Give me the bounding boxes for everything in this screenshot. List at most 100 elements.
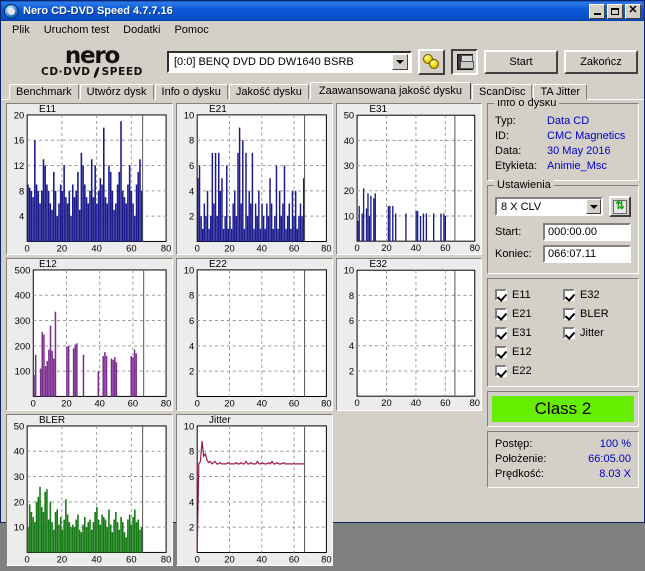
- chart-e31[interactable]: E31 10 20 30 40 50 0 20 40 60 80: [336, 103, 482, 256]
- svg-text:0: 0: [195, 398, 200, 409]
- svg-text:40: 40: [411, 243, 421, 253]
- start-button[interactable]: Start: [484, 50, 558, 74]
- minimize-button[interactable]: [589, 3, 605, 19]
- error-types-col-left: E11 E21 E31 E12 E22: [495, 285, 563, 380]
- speed-select[interactable]: 8 X CLV: [495, 197, 603, 216]
- maximize-button[interactable]: [607, 3, 623, 19]
- settings-legend: Ustawienia: [494, 179, 554, 191]
- disc-info-key-label: Etykieta:: [495, 160, 538, 172]
- tab-jakosc-dysku[interactable]: Jakość dysku: [228, 84, 309, 100]
- svg-text:80: 80: [161, 554, 171, 564]
- menu-item-pomoc[interactable]: Pomoc: [167, 22, 215, 38]
- settings-speed-row: 8 X CLV ⇅: [495, 196, 631, 217]
- start-field-input[interactable]: 000:00.00: [543, 223, 631, 241]
- chart-e12[interactable]: E12 100 200 300 400 500 0 20 40 60 80: [6, 258, 174, 411]
- chart-plot-e22: 2 4 6 8 10 0 20 40 60 80: [177, 259, 333, 410]
- svg-text:6: 6: [189, 471, 194, 482]
- tab-benchmark[interactable]: Benchmark: [9, 84, 79, 100]
- checkbox-e12[interactable]: [495, 345, 507, 358]
- checkbox-e31[interactable]: [495, 326, 507, 339]
- chart-title-e22: E22: [209, 259, 227, 271]
- checkbox-bler[interactable]: [563, 307, 575, 320]
- tab-ta-jitter[interactable]: TA Jitter: [533, 84, 587, 100]
- chart-bler[interactable]: BLER 10 20 30 40 50 0 20 40 60 80: [6, 413, 174, 567]
- svg-text:400: 400: [15, 291, 31, 301]
- checkbox-row-e32[interactable]: E32: [563, 285, 631, 304]
- drive-select-value: [0:0] BENQ DVD DD DW1640 BSRB: [174, 56, 354, 68]
- disc-eject-icon: [422, 54, 441, 70]
- close-button[interactable]: ✕: [625, 3, 641, 19]
- toolbar: nero CD·DVD SPEED [0:0] BENQ DVD DD DW16…: [1, 40, 644, 82]
- chart-e32[interactable]: E32 2 4 6 8 10 0 20 40 60 80: [336, 258, 482, 411]
- svg-text:60: 60: [289, 242, 299, 253]
- disc-info-value-id: CMC Magnetics: [547, 130, 626, 142]
- title-bar: Nero CD-DVD Speed 4.7.7.16 ✕: [1, 1, 644, 21]
- chart-e22[interactable]: E22 2 4 6 8 10 0 20 40 60 80: [176, 258, 334, 411]
- checkbox-row-e12[interactable]: E12: [495, 342, 563, 361]
- svg-text:50: 50: [14, 421, 24, 431]
- svg-text:20: 20: [224, 242, 234, 253]
- checkbox-row-e11[interactable]: E11: [495, 285, 563, 304]
- nero-logo-word: nero: [64, 43, 121, 69]
- nero-logo: nero CD·DVD SPEED: [31, 43, 153, 81]
- tab-utworz-dysk[interactable]: Utwórz dysk: [79, 84, 154, 100]
- chart-e11[interactable]: E11 4 8 12 16 20 0 20 40 60 80: [6, 103, 174, 256]
- eject-disc-button[interactable]: [418, 49, 445, 75]
- chart-jitter[interactable]: Jitter 2 4 6 8 10 0 20 40 60 80: [176, 413, 334, 567]
- svg-text:80: 80: [161, 399, 171, 409]
- chart-plot-e31: 10 20 30 40 50 0 20 40 60 80: [337, 104, 481, 254]
- chart-title-e32: E32: [369, 259, 388, 271]
- menu-item-uruchom-test[interactable]: Uruchom test: [37, 22, 116, 38]
- chart-row-1: E11 4 8 12 16 20 0 20 40 60 80 E21 2 4 6 8 10 0 20 40 60 8…: [6, 103, 482, 256]
- checkbox-row-e31[interactable]: E31: [495, 323, 563, 342]
- svg-text:100: 100: [15, 367, 31, 377]
- refresh-arrows-icon: ⇅: [613, 199, 627, 214]
- checkbox-jitter[interactable]: [563, 326, 575, 339]
- checkbox-row-e22[interactable]: E22: [495, 361, 563, 380]
- menu-item-plik[interactable]: Plik: [5, 22, 37, 38]
- tab-zaawansowana-jakosc-dysku[interactable]: Zaawansowana jakość dysku: [309, 82, 471, 100]
- svg-text:2: 2: [189, 521, 194, 532]
- svg-text:10: 10: [184, 420, 194, 431]
- svg-text:8: 8: [189, 135, 194, 146]
- end-field-input[interactable]: 066:07.11: [543, 245, 631, 263]
- svg-text:20: 20: [57, 554, 67, 564]
- end-field-row: Koniec: 066:07.11: [495, 245, 631, 263]
- refresh-button[interactable]: ⇅: [609, 196, 631, 217]
- tab-content-advanced-disc-quality: E11 4 8 12 16 20 0 20 40 60 80 E21 2 4 6 8 10 0 20 40 60 8…: [1, 97, 644, 571]
- status-row-position: Położenie: 66:05.00: [495, 452, 631, 467]
- svg-text:20: 20: [57, 243, 67, 253]
- save-results-button[interactable]: [451, 49, 478, 75]
- drive-select[interactable]: [0:0] BENQ DVD DD DW1640 BSRB: [167, 51, 412, 73]
- checkbox-row-jitter[interactable]: Jitter: [563, 323, 631, 342]
- checkbox-row-bler[interactable]: BLER: [563, 304, 631, 323]
- chart-e21[interactable]: E21 2 4 6 8 10 0 20 40 60 80: [176, 103, 334, 256]
- svg-text:500: 500: [15, 266, 31, 276]
- svg-text:0: 0: [31, 399, 36, 409]
- tab-info-o-dysku[interactable]: Info o dysku: [154, 84, 228, 100]
- checkbox-e11[interactable]: [495, 288, 507, 301]
- checkbox-e22[interactable]: [495, 364, 507, 377]
- menu-item-dodatki[interactable]: Dodatki: [116, 22, 167, 38]
- svg-text:2: 2: [189, 366, 194, 377]
- tab-scandisc[interactable]: ScanDisc: [471, 84, 533, 100]
- checkbox-e32[interactable]: [563, 288, 575, 301]
- checkbox-row-e21[interactable]: E21: [495, 304, 563, 323]
- exit-button[interactable]: Zakończ: [564, 50, 638, 74]
- chevron-down-icon[interactable]: [392, 54, 408, 70]
- svg-text:6: 6: [189, 160, 194, 171]
- window-controls: ✕: [589, 3, 642, 19]
- chart-row-3: BLER 10 20 30 40 50 0 20 40 60 80 Jitter 2 4 6 8 10 0 2…: [6, 413, 482, 567]
- nero-disc-icon: [4, 3, 19, 19]
- svg-text:60: 60: [289, 398, 299, 409]
- svg-text:16: 16: [14, 136, 24, 146]
- svg-text:20: 20: [14, 497, 24, 507]
- disc-info-key-date: Data:: [495, 145, 522, 157]
- checkbox-e21[interactable]: [495, 307, 507, 320]
- svg-text:80: 80: [321, 553, 331, 564]
- svg-text:200: 200: [15, 342, 31, 352]
- chart-plot-bler: 10 20 30 40 50 0 20 40 60 80: [7, 414, 173, 565]
- svg-text:12: 12: [14, 161, 24, 171]
- chevron-down-icon[interactable]: [586, 199, 601, 214]
- tab-strip: Benchmark Utwórz dysk Info o dysku Jakoś…: [1, 82, 644, 100]
